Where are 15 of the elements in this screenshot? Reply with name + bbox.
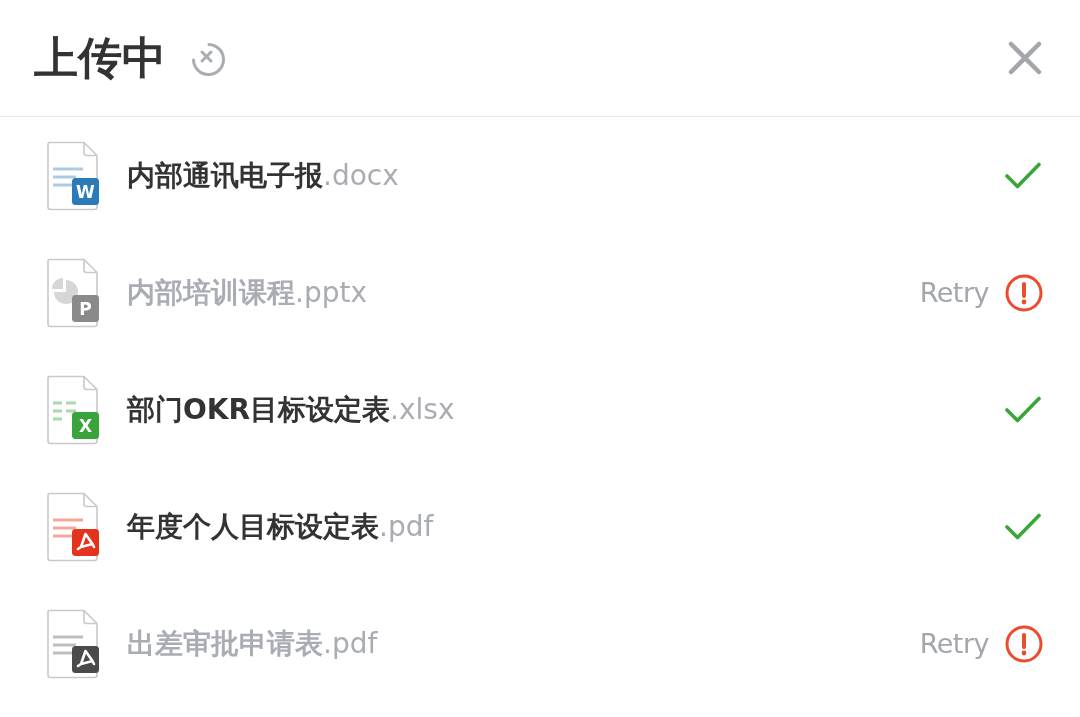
close-icon[interactable]: [1008, 41, 1042, 75]
file-name: 内部培训课程.pptx: [127, 278, 367, 307]
file-name: 出差审批申请表.pdf: [127, 629, 378, 658]
file-name: 部门OKR目标设定表.xlsx: [127, 395, 455, 424]
file-name: 内部通讯电子报.docx: [127, 161, 399, 190]
retry-button[interactable]: Retry: [919, 279, 989, 306]
document-icon: W: [46, 140, 100, 211]
pdf-icon: [46, 608, 100, 679]
pdf-icon: [46, 491, 100, 562]
file-name: 年度个人目标设定表.pdf: [127, 512, 434, 541]
dialog-title: 上传中: [34, 36, 166, 80]
spinner-cancel-icon[interactable]: [190, 41, 226, 77]
spreadsheet-icon: X: [46, 374, 100, 445]
presentation-icon: P: [46, 257, 100, 328]
retry-button[interactable]: Retry: [919, 630, 989, 657]
